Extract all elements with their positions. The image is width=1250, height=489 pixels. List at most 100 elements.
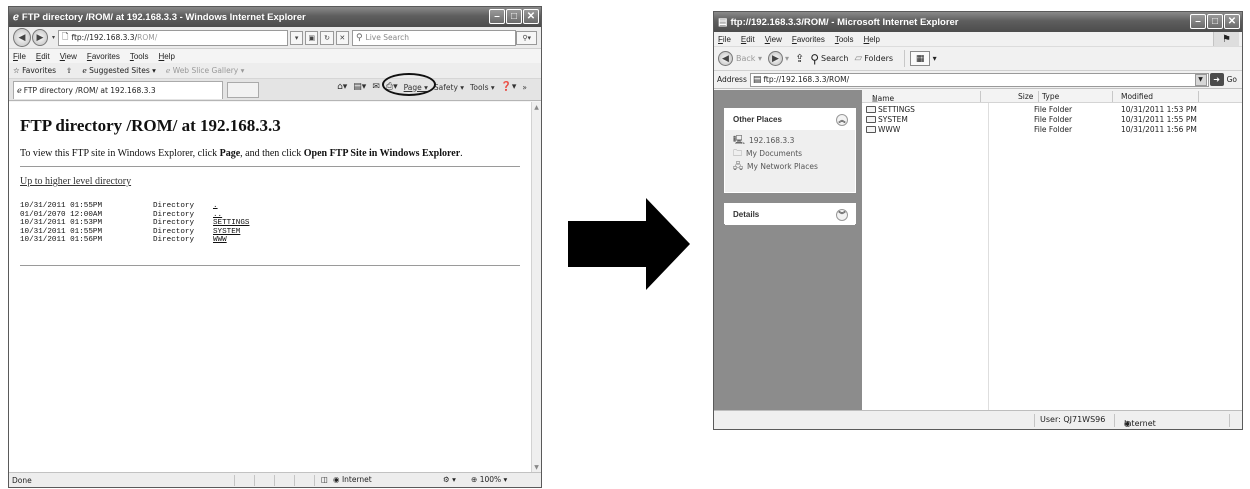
search-button[interactable]: ⚲ Search [810,52,848,66]
home-icon[interactable]: ⌂▾ [337,82,347,92]
security-icon[interactable]: ⚙ ▾ [443,475,456,484]
suggested-sites-label: Suggested Sites ▾ [89,66,156,75]
ie-title-bar[interactable]: ℯ FTP directory /ROM/ at 192.168.3.3 - W… [9,7,541,27]
compatibility-button[interactable]: ▣ [305,30,319,45]
place-link-server[interactable]: 🖳 192.168.3.3 [725,134,855,147]
directory-listing: 10/31/2011 01:55PM Directory. 01/01/2070 … [20,202,520,245]
place-link-my-network-places[interactable]: 🖧 My Network Places [725,160,855,173]
scroll-up-icon[interactable]: ▲ [532,102,541,112]
status-divider [1034,414,1035,427]
search-go-button[interactable]: ⚲▾ [516,30,538,45]
details-header[interactable]: Details ︾ [725,204,855,225]
folders-button[interactable]: ▱ Folders [855,53,894,64]
live-search-input[interactable]: ⚲ Live Search [351,29,517,46]
listing-link[interactable]: SETTINGS [213,219,249,228]
status-divider [1114,414,1115,427]
tab-ftp-directory[interactable]: ℯ FTP directory /ROM/ at 192.168.3.3 [13,80,223,99]
other-places-panel: Other Places ︽ 🖳 192.168.3.3 🗀 My Document… [724,108,856,193]
explorer-window: ▤ ftp://192.168.3.3/ROM/ - Microsoft Int… [713,11,1243,430]
ftp-folder-icon: ▤ [752,74,762,85]
ie-address-field[interactable]: 🗋 ftp://192.168.3.3/ROM/ [58,29,288,46]
new-tab-button[interactable] [227,81,259,98]
favorites-button[interactable]: ☆ Favorites [13,66,56,75]
menu-file[interactable]: File [718,35,731,44]
ftp-folder-icon: ▤ [718,16,728,28]
recent-pages-dropdown[interactable]: ▾ [52,34,55,41]
up-folder-button[interactable]: ⇪ [795,52,804,65]
zoom-icon: ⊕ [471,475,478,484]
listing-type: Directory [153,210,195,219]
search-placeholder: Live Search [365,33,410,42]
vertical-scrollbar[interactable]: ▲ ▼ [531,102,541,472]
close-button[interactable]: ✕ [1224,14,1240,29]
table-row[interactable]: SYSTEM File Folder 10/31/2011 1:55 PM [862,115,1242,125]
column-modified[interactable]: Modified [1121,92,1153,101]
maximize-button[interactable]: □ [506,9,522,24]
listing-link[interactable]: .. [213,211,222,220]
minimize-button[interactable]: – [1190,14,1206,29]
refresh-button[interactable]: ↻ [320,30,334,45]
column-size[interactable]: Size [1018,92,1033,101]
back-button[interactable]: ◀ Back ▾ [718,51,762,66]
windows-flag-icon: ⚑ [1213,32,1239,46]
views-button[interactable]: ▦ ▾ [910,51,937,66]
mail-icon[interactable]: ✉ [372,82,380,92]
safety-menu-button[interactable]: Safety ▾ [434,83,464,92]
scroll-down-icon[interactable]: ▼ [532,462,541,472]
place-link-my-documents[interactable]: 🗀 My Documents [725,147,855,160]
web-slice-gallery-button[interactable]: ℯ Web Slice Gallery ▾ [166,66,245,75]
address-dropdown-button[interactable]: ▼ [1194,73,1207,86]
protected-mode-icon: ◫ [321,475,329,484]
menu-favorites[interactable]: Favorites [87,52,120,61]
suggested-sites-button[interactable]: ℯ Suggested Sites ▾ [82,66,156,75]
listing-link[interactable]: SYSTEM [213,228,240,237]
listing-link[interactable]: WWW [213,236,227,245]
collapse-chevron-icon[interactable]: ︽ [836,113,848,126]
menu-view[interactable]: View [60,52,77,61]
back-button[interactable]: ◀ [13,28,31,47]
star-icon: ☆ [13,66,20,75]
menu-help[interactable]: Help [159,52,175,61]
internet-zone[interactable]: ◉ Internet [333,475,372,484]
table-row[interactable]: SETTINGS File Folder 10/31/2011 1:53 PM [862,105,1242,115]
menu-file[interactable]: File [13,52,26,61]
go-button[interactable]: ➜ [1209,73,1224,86]
listing-date: 10/31/2011 01:53PM [20,219,103,228]
menu-favorites[interactable]: Favorites [792,35,825,44]
explorer-title-bar[interactable]: ▤ ftp://192.168.3.3/ROM/ - Microsoft Int… [714,12,1242,32]
forward-button[interactable]: ▶ ▾ [767,51,789,66]
column-divider [1112,91,1113,102]
minimize-button[interactable]: – [489,9,505,24]
menu-view[interactable]: View [765,35,782,44]
zoom-control[interactable]: ⊕ 100% ▾ [471,475,507,484]
go-arrow-icon: ➜ [1213,75,1220,84]
help-icon[interactable]: ❓▾ [501,82,517,92]
forward-button[interactable]: ▶ [31,29,48,46]
menu-tools[interactable]: Tools [130,52,149,61]
up-directory-link[interactable]: Up to higher level directory [20,176,520,187]
column-type[interactable]: Type [1042,92,1059,101]
file-modified: 10/31/2011 1:53 PM [1121,105,1197,114]
address-dropdown-button[interactable]: ▾ [289,30,304,45]
more-commands-button[interactable]: » [522,83,527,92]
ie-logo-icon: ℯ [13,11,19,23]
listing-date: 10/31/2011 01:56PM [20,236,103,245]
folder-icon [866,116,876,123]
listing-link[interactable]: . [213,202,218,211]
menu-edit[interactable]: Edit [36,52,50,61]
table-row[interactable]: WWW File Folder 10/31/2011 1:56 PM [862,125,1242,135]
tools-menu-button[interactable]: Tools ▾ [470,83,495,92]
explorer-address-field[interactable]: ▤ ftp://192.168.3.3/ROM/ [749,72,1209,87]
maximize-button[interactable]: □ [1207,14,1223,29]
other-places-header[interactable]: Other Places ︽ [725,109,855,130]
close-button[interactable]: ✕ [523,9,539,24]
menu-help[interactable]: Help [864,35,880,44]
stop-button[interactable]: ✕ [335,30,349,45]
menu-tools[interactable]: Tools [835,35,854,44]
expand-chevron-icon[interactable]: ︾ [836,208,848,221]
menu-edit[interactable]: Edit [741,35,755,44]
go-label[interactable]: Go [1227,75,1237,84]
feeds-icon[interactable]: ▤▾ [353,82,366,92]
globe-icon: ◉ [333,475,340,484]
add-favorite-icon[interactable]: ⇧ [66,66,72,75]
